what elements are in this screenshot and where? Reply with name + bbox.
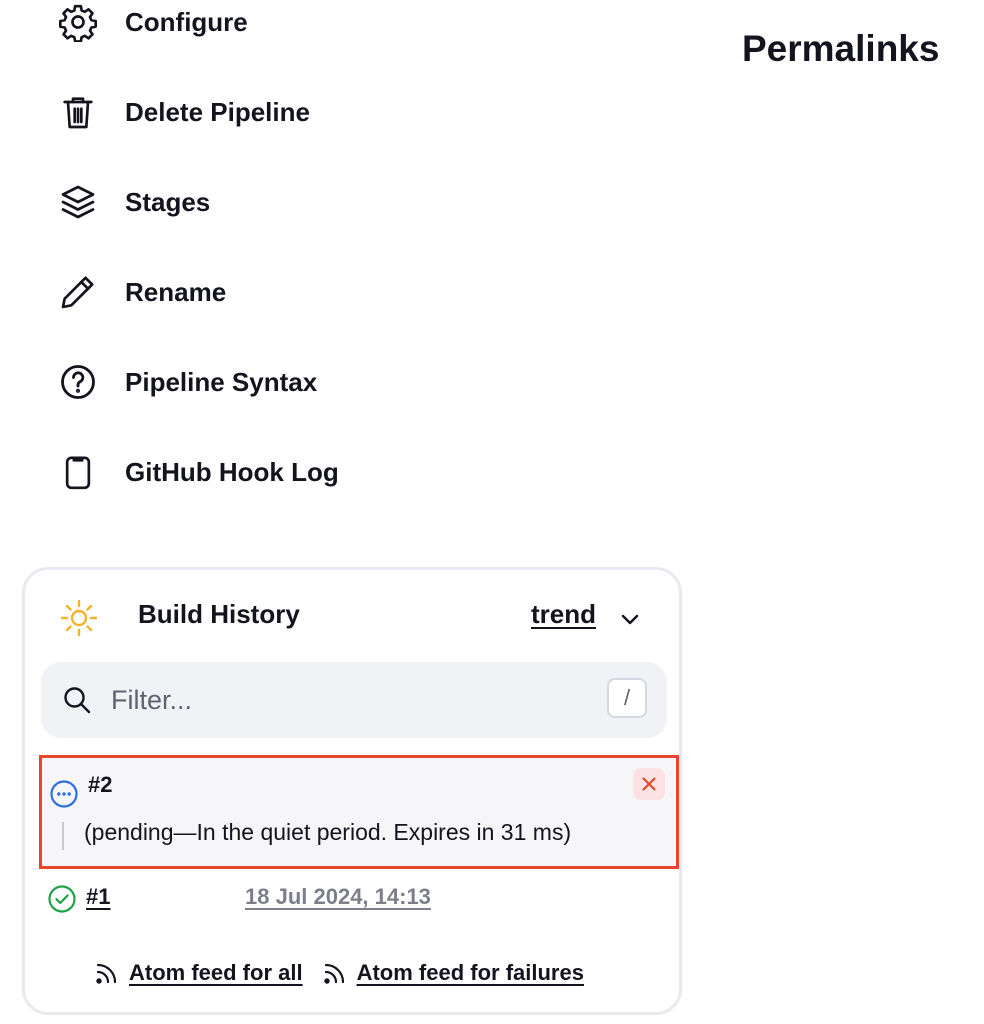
build-number-link[interactable]: #1	[86, 884, 110, 910]
rss-icon	[323, 963, 344, 984]
nav-item-stages[interactable]: Stages	[56, 180, 210, 224]
pencil-icon	[56, 270, 100, 314]
build-status-text: (pending—In the quiet period. Expires in…	[84, 819, 572, 845]
build-history-card: Build History trend / #2	[22, 567, 682, 1015]
atom-feed-failures-label: Atom feed for failures	[356, 960, 584, 985]
nav-item-label: GitHub Hook Log	[125, 456, 339, 487]
build-history-title: Build History	[138, 599, 300, 629]
atom-feed-all-link[interactable]: Atom feed for all	[93, 959, 303, 987]
filter-box: /	[41, 662, 667, 738]
build-number: #2	[88, 772, 113, 797]
nav-item-label: Configure	[125, 6, 248, 37]
rss-icon	[96, 963, 117, 984]
clipboard-icon	[56, 450, 100, 494]
nav-item-delete-pipeline[interactable]: Delete Pipeline	[56, 90, 310, 134]
layers-icon	[56, 180, 100, 224]
nav-item-label: Rename	[125, 276, 227, 307]
build-row-pending[interactable]: #2 (pending—In the quiet period. Expires…	[39, 755, 679, 869]
help-circle-icon	[56, 360, 100, 404]
permalinks-title: Permalinks	[742, 28, 940, 69]
filter-input[interactable]	[111, 676, 591, 724]
status-divider	[62, 822, 64, 850]
nav-item-pipeline-syntax[interactable]: Pipeline Syntax	[56, 360, 317, 404]
nav-item-label: Delete Pipeline	[125, 96, 310, 127]
sun-icon	[57, 596, 101, 640]
nav-item-github-hook-log[interactable]: GitHub Hook Log	[56, 450, 339, 494]
nav-item-rename[interactable]: Rename	[56, 270, 226, 314]
search-icon	[61, 684, 93, 716]
cancel-build-button[interactable]	[633, 768, 665, 800]
build-row-success: #1 18 Jul 2024, 14:13	[39, 876, 679, 922]
trash-icon	[56, 90, 100, 134]
trend-link[interactable]: trend	[531, 599, 596, 630]
chevron-down-icon[interactable]	[617, 606, 643, 632]
atom-feeds: Atom feed for all Atom feed for failures	[93, 953, 602, 993]
close-icon	[642, 777, 656, 791]
build-date-link[interactable]: 18 Jul 2024, 14:13	[245, 884, 431, 910]
pending-status-icon	[49, 779, 79, 809]
nav-item-label: Pipeline Syntax	[125, 366, 318, 397]
gear-icon	[56, 0, 100, 44]
build-history-header: Build History trend	[25, 570, 679, 662]
atom-feed-failures-link[interactable]: Atom feed for failures	[321, 959, 584, 987]
keyboard-shortcut-badge: /	[607, 678, 647, 718]
nav-item-configure[interactable]: Configure	[56, 0, 248, 44]
nav-item-label: Stages	[125, 186, 211, 217]
success-check-icon	[47, 884, 77, 914]
atom-feed-all-label: Atom feed for all	[129, 960, 303, 985]
